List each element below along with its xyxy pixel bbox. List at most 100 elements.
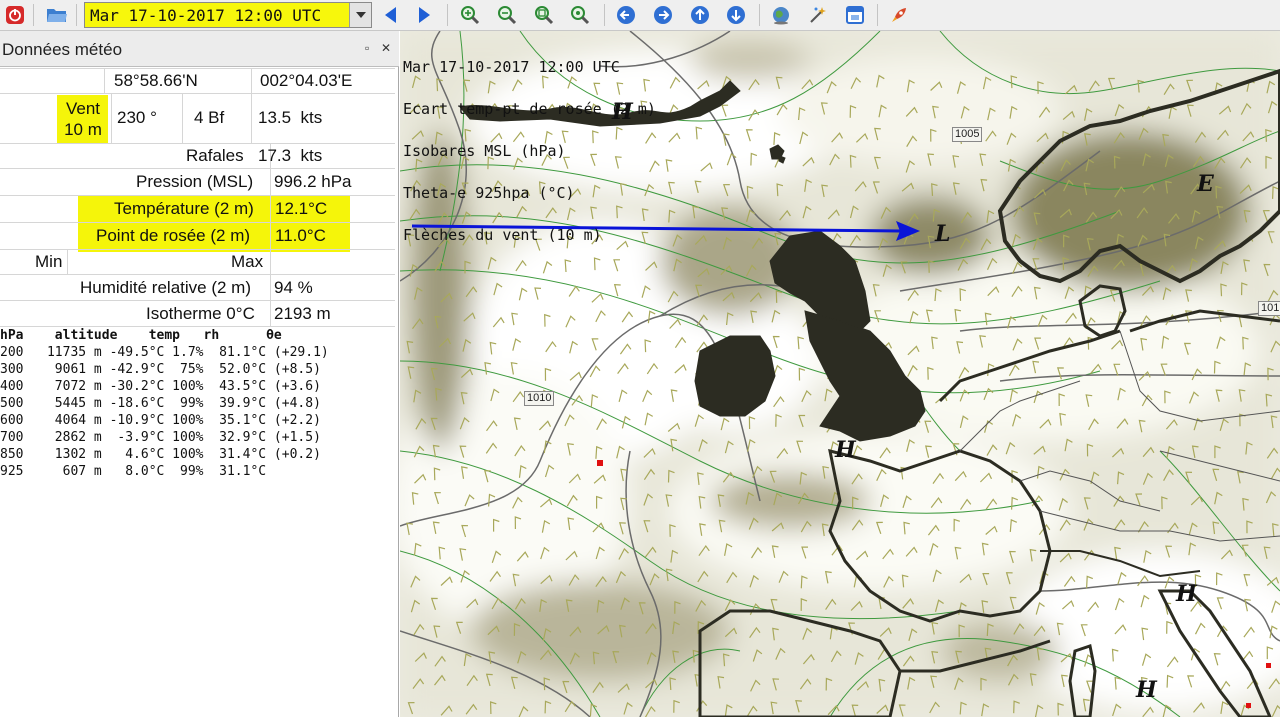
float-panel-button[interactable]: ▫ xyxy=(365,41,369,55)
isobar-label: 1005 xyxy=(952,127,983,142)
min-label: Min xyxy=(35,252,63,271)
isobar-label: 1010 xyxy=(524,391,555,406)
toolbar-separator xyxy=(33,4,34,26)
date-dropdown-button[interactable] xyxy=(349,3,371,27)
wind-label-line2: 10 m xyxy=(64,120,102,139)
table-row: 700 2862 m -3.9°C 100% 32.9°C (+1.5) xyxy=(0,430,321,445)
table-row: 200 11735 m -49.5°C 1.7% 81.1°C (+29.1) xyxy=(0,345,329,360)
temperature-label: Température (2 m) xyxy=(114,199,254,218)
overlay-button[interactable] xyxy=(842,3,868,27)
row-divider xyxy=(0,168,395,169)
column-divider xyxy=(251,68,252,93)
zoom-in-button[interactable] xyxy=(457,3,483,27)
zoom-selection-button[interactable] xyxy=(567,3,593,27)
weather-map[interactable]: Mar 17-10-2017 12:00 UTC Ecart temp-pt d… xyxy=(400,31,1280,717)
column-divider xyxy=(270,143,271,326)
selected-point-marker xyxy=(597,460,603,466)
toolbar-separator xyxy=(76,4,77,26)
window-icon xyxy=(846,6,864,24)
next-date-button[interactable] xyxy=(412,3,438,27)
humidity-value: 94 % xyxy=(274,278,313,297)
row-divider xyxy=(0,195,395,196)
row-divider xyxy=(0,249,395,250)
pan-up-button[interactable] xyxy=(687,3,713,27)
altitude-levels-table: hPa altitude temp rh θe 200 11735 m -49.… xyxy=(0,327,329,480)
column-divider xyxy=(104,68,105,93)
row-divider xyxy=(0,93,395,94)
pan-left-button[interactable] xyxy=(613,3,639,27)
row-divider xyxy=(0,143,395,144)
date-select[interactable]: Mar 17-10-2017 12:00 UTC xyxy=(84,2,372,28)
pan-right-button[interactable] xyxy=(650,3,676,27)
previous-date-button[interactable] xyxy=(377,3,403,27)
map-title-line: Isobares MSL (hPa) xyxy=(403,142,566,160)
pressure-label: Pression (MSL) xyxy=(136,172,254,191)
wind-speed-value: 13.5 kts xyxy=(258,108,323,127)
toolbar-separator xyxy=(759,4,760,26)
max-label: Max xyxy=(231,252,264,271)
arrow-down-circle-icon xyxy=(727,6,745,24)
animation-button[interactable] xyxy=(805,3,831,27)
isotherm-label: Isotherme 0°C xyxy=(146,304,255,323)
arrow-right-circle-icon xyxy=(654,6,672,24)
column-divider xyxy=(182,93,183,143)
date-select-value: Mar 17-10-2017 12:00 UTC xyxy=(90,6,322,25)
open-file-button[interactable] xyxy=(44,3,70,27)
gusts-value: 17.3 kts xyxy=(258,146,323,165)
high-pressure-label: H xyxy=(612,99,633,125)
row-divider xyxy=(0,222,395,223)
map-legend: Mar 17-10-2017 12:00 UTC Ecart temp-pt d… xyxy=(403,32,656,270)
application-window: Mar 17-10-2017 12:00 UTC Données météo ▫… xyxy=(0,0,1280,717)
longitude-value: 002°04.03'E xyxy=(260,71,353,90)
levels-header: hPa altitude temp rh θe xyxy=(0,328,282,343)
pressure-value: 996.2 hPa xyxy=(274,172,352,191)
gusts-label: Rafales xyxy=(186,146,244,165)
isotherm-value: 2193 m xyxy=(274,304,331,323)
row-divider xyxy=(0,300,395,301)
boat-route-button[interactable] xyxy=(886,3,912,27)
rocket-icon xyxy=(892,8,906,22)
row-divider xyxy=(0,274,395,275)
wind-beaufort-value: 4 Bf xyxy=(194,108,225,127)
map-title-line: Theta-e 925hpa (°C) xyxy=(403,184,575,202)
temperature-value: 12.1°C xyxy=(275,199,328,218)
arrow-left-circle-icon xyxy=(617,6,635,24)
high-pressure-label: H xyxy=(1136,677,1157,703)
zoom-fit-icon xyxy=(535,6,554,25)
globe-projection-button[interactable] xyxy=(768,3,794,27)
map-marker xyxy=(1246,703,1251,708)
latitude-value: 58°58.66'N xyxy=(114,71,198,90)
column-divider xyxy=(67,249,68,274)
toolbar: Mar 17-10-2017 12:00 UTC xyxy=(0,0,1280,31)
dewpoint-value: 11.0°C xyxy=(275,226,326,245)
table-row: 600 4064 m -10.9°C 100% 35.1°C (+2.2) xyxy=(0,413,321,428)
panel-title: Données météo xyxy=(2,40,123,59)
low-pressure-label: L xyxy=(935,221,951,247)
isobar-label: 101 xyxy=(1258,301,1280,316)
humidity-label: Humidité relative (2 m) xyxy=(80,278,251,297)
zoom-selection-icon xyxy=(571,6,590,25)
zoom-best-fit-button[interactable] xyxy=(531,3,557,27)
weather-data-panel: Données météo ▫ ✕ 58°58.66'N 002°04.03'E… xyxy=(0,31,399,717)
quit-button[interactable] xyxy=(2,3,28,27)
map-marker xyxy=(1266,663,1271,668)
wind-direction-value: 230 ° xyxy=(117,108,157,127)
toolbar-separator xyxy=(877,4,878,26)
column-divider xyxy=(251,93,252,143)
wind-label-line1: Vent xyxy=(65,99,101,118)
close-panel-button[interactable]: ✕ xyxy=(381,41,391,55)
map-title-line: Flèches du vent (10 m) xyxy=(403,226,602,244)
arrow-up-circle-icon xyxy=(691,6,709,24)
zoom-out-button[interactable] xyxy=(494,3,520,27)
toolbar-separator xyxy=(604,4,605,26)
high-pressure-label: H xyxy=(835,437,856,463)
dewpoint-label: Point de rosée (2 m) xyxy=(96,226,251,245)
wand-icon xyxy=(810,7,826,23)
triangle-left-icon xyxy=(385,7,396,23)
chevron-down-icon xyxy=(355,12,366,18)
wind-label: Vent 10 m xyxy=(58,95,108,143)
globe-icon xyxy=(773,7,789,25)
pan-down-button[interactable] xyxy=(723,3,749,27)
table-row: 500 5445 m -18.6°C 99% 39.9°C (+4.8) xyxy=(0,396,321,411)
map-letter-label: E xyxy=(1197,171,1214,197)
